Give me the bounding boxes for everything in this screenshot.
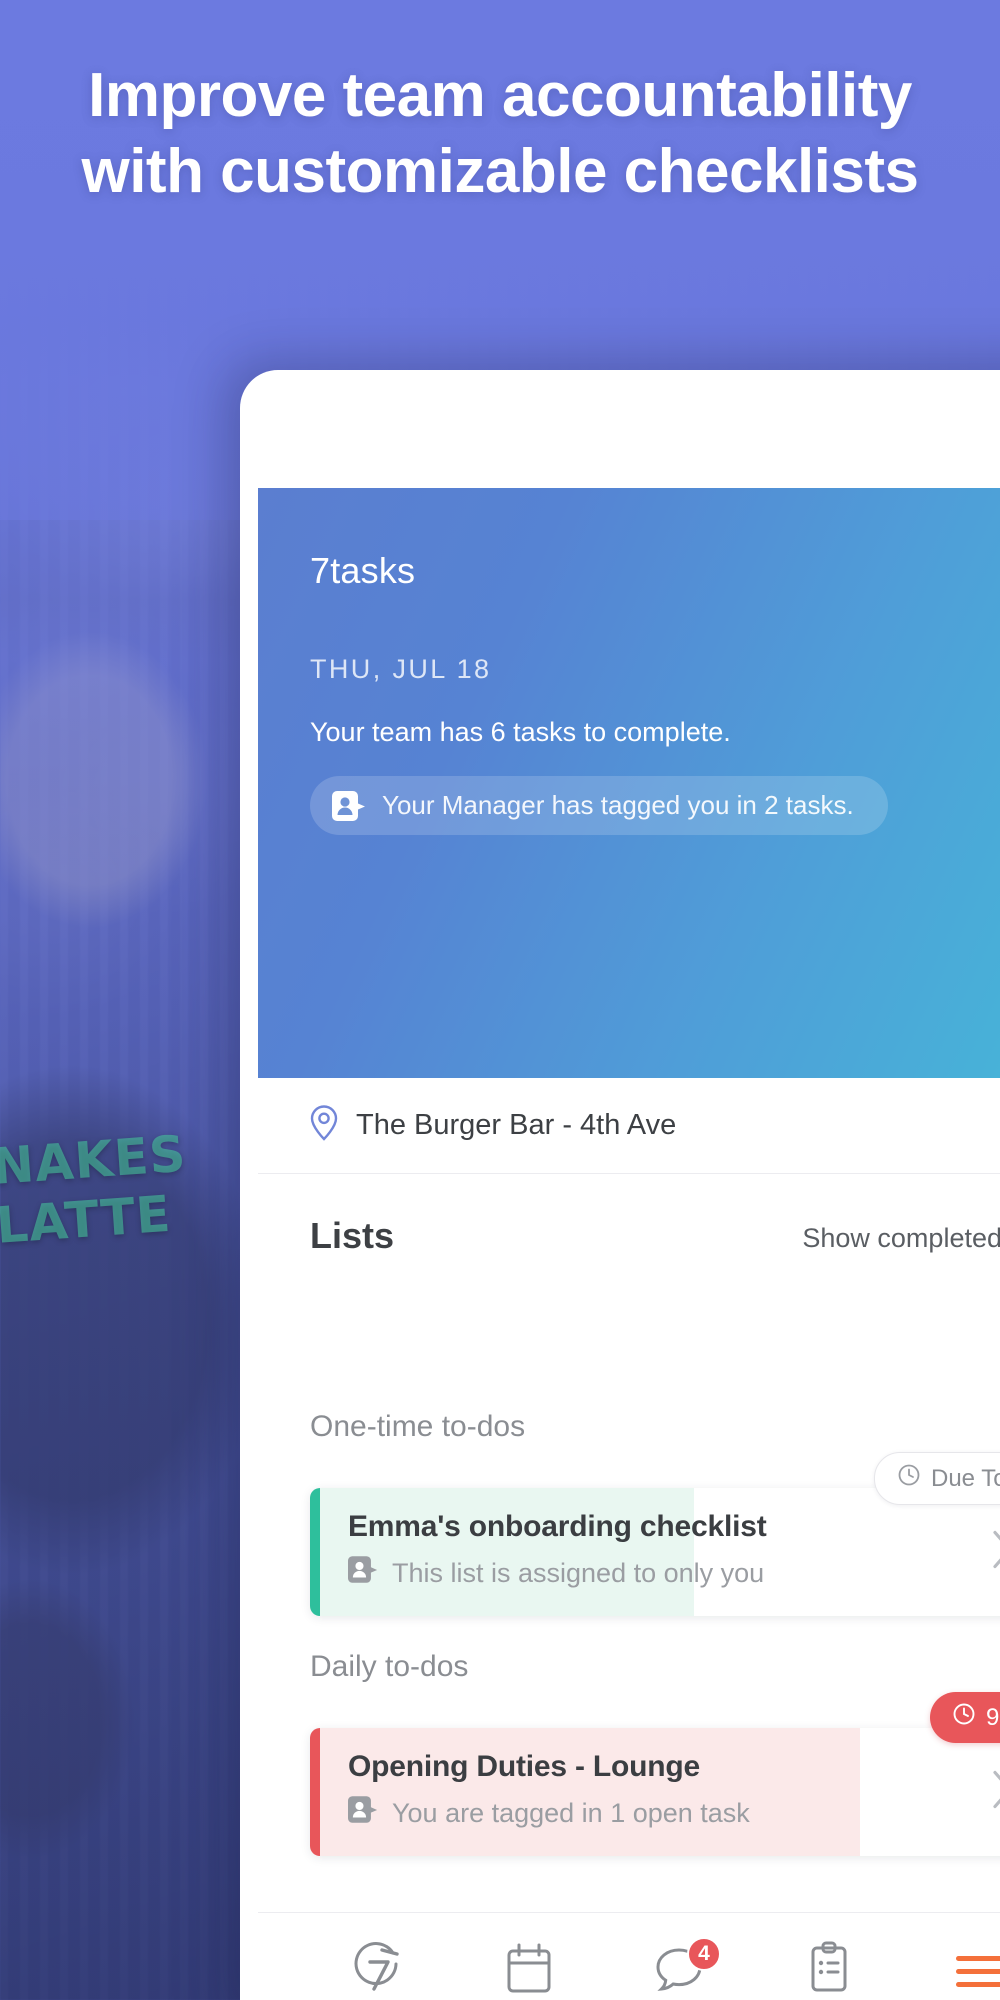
section-title-daily: Daily to-dos: [310, 1650, 469, 1683]
list-item[interactable]: Emma's onboarding checklist This list is…: [310, 1488, 1000, 1616]
bottom-nav: 4: [258, 1912, 1000, 2000]
promo-headline: Improve team accountability with customi…: [81, 61, 919, 206]
location-pin-icon: [310, 1105, 338, 1146]
due-label: Due Tomorrow: [931, 1464, 1000, 1492]
card-title: Emma's onboarding checklist: [348, 1510, 767, 1543]
stopwatch-seven-icon: [352, 1940, 406, 2000]
clock-icon: [952, 1702, 976, 1733]
show-completed-label: Show completed: [802, 1222, 1000, 1253]
status-badge-due: Due Tomorrow: [874, 1452, 1000, 1505]
chevron-right-icon: [992, 1770, 1000, 1815]
app-brand: 7tasks: [310, 550, 416, 591]
nav-item-menu[interactable]: [904, 1913, 1000, 2000]
card-subtitle-row: You are tagged in 1 open task: [348, 1796, 1000, 1830]
manager-tag-text: Your Manager has tagged you in 2 tasks.: [382, 790, 854, 820]
tag-person-icon: [332, 790, 366, 821]
hamburger-menu-icon: [956, 1956, 1000, 1987]
list-item[interactable]: Opening Duties - Lounge You are tagged i…: [310, 1728, 1000, 1856]
section-title-one-time: One-time to-dos: [310, 1410, 526, 1443]
promo-screenshot: NAKES LATTE Improve team accountability …: [0, 0, 1000, 2000]
location-name: The Burger Bar - 4th Ave: [356, 1109, 677, 1141]
card-title: Opening Duties - Lounge: [348, 1750, 701, 1783]
phone-mockup: 7tasks THU, JUL 18 Your team has 6 tasks…: [240, 370, 1000, 2000]
chevron-right-icon: [992, 1530, 1000, 1575]
card-subtitle: You are tagged in 1 open task: [392, 1797, 750, 1828]
nav-item-chat[interactable]: 4: [604, 1913, 754, 2000]
calendar-icon: [504, 1942, 554, 2000]
clock-icon: [897, 1463, 921, 1494]
shirt-graphic-text: NAKES LATTE: [0, 1124, 189, 1255]
nav-item-calendar[interactable]: [454, 1913, 604, 2000]
nav-item-checklists[interactable]: [754, 1913, 904, 2000]
app-header: 7tasks THU, JUL 18 Your team has 6 tasks…: [258, 488, 1000, 1078]
location-row[interactable]: The Burger Bar - 4th Ave: [258, 1078, 1000, 1174]
card-subtitle: This list is assigned to only you: [392, 1557, 765, 1588]
status-badge-time: 9:30 AM: [930, 1692, 1000, 1743]
chat-unread-badge: 4: [687, 1937, 721, 1971]
header-date: THU, JUL 18: [310, 654, 492, 684]
nav-item-tasks[interactable]: [304, 1913, 454, 2000]
team-summary: Your team has 6 tasks to complete.: [310, 717, 731, 747]
card-subtitle-row: This list is assigned to only you: [348, 1556, 1000, 1590]
show-completed-control[interactable]: Show completed: [802, 1212, 1000, 1264]
lists-header: Lists Show completed: [258, 1174, 1000, 1298]
tag-person-icon: [348, 1556, 378, 1590]
manager-tag-banner[interactable]: Your Manager has tagged you in 2 tasks.: [310, 776, 888, 835]
clipboard-icon: [806, 1941, 852, 2000]
time-label: 9:30 AM: [986, 1703, 1000, 1731]
tag-person-icon: [348, 1796, 378, 1830]
lists-title: Lists: [310, 1215, 395, 1256]
